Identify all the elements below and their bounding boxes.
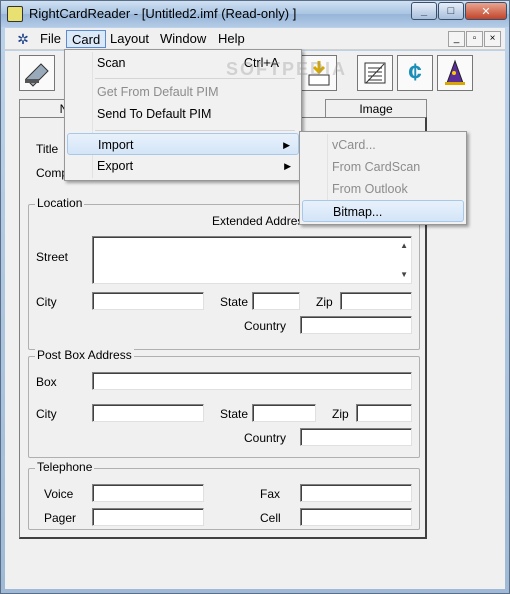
menu-import[interactable]: Import ▶ xyxy=(67,133,299,155)
voice-input[interactable] xyxy=(92,484,204,502)
menu-import-outlook[interactable]: From Outlook xyxy=(302,178,464,200)
pb-country-label: Country xyxy=(244,431,287,445)
mdi-restore-button[interactable]: ▫ xyxy=(466,31,483,47)
fax-label: Fax xyxy=(260,487,281,501)
menu-separator xyxy=(95,130,295,131)
pb-state-label: State xyxy=(220,407,249,421)
pb-zip-input[interactable] xyxy=(356,404,412,422)
menu-window[interactable]: Window xyxy=(155,30,211,48)
pb-state-input[interactable] xyxy=(252,404,316,422)
scan-label: Scan xyxy=(97,56,126,70)
menu-send-default-pim[interactable]: Send To Default PIM xyxy=(67,103,299,125)
menu-layout[interactable]: Layout xyxy=(105,30,154,48)
export-label: Export xyxy=(97,159,134,173)
tab-image[interactable]: Image xyxy=(325,99,427,119)
scroll-down-icon[interactable]: ▼ xyxy=(400,270,408,279)
city-label: City xyxy=(36,295,57,309)
country-input[interactable] xyxy=(300,316,412,334)
pager-input[interactable] xyxy=(92,508,204,526)
menu-card[interactable]: Card xyxy=(66,30,107,48)
menu-help[interactable]: Help xyxy=(213,30,250,48)
import-label: Import xyxy=(98,138,134,152)
state-label: State xyxy=(220,295,249,309)
import-submenu: vCard... From CardScan From Outlook Bitm… xyxy=(299,131,467,225)
submenu-arrow-icon: ▶ xyxy=(283,140,290,150)
state-input[interactable] xyxy=(252,292,300,310)
submenu-arrow-icon: ▶ xyxy=(284,161,291,171)
pb-country-input[interactable] xyxy=(300,428,412,446)
title-label: Title xyxy=(36,142,59,156)
menu-export[interactable]: Export ▶ xyxy=(67,155,299,177)
box-input[interactable] xyxy=(92,372,412,390)
country-label: Country xyxy=(244,319,287,333)
wizard-icon[interactable] xyxy=(437,55,473,91)
mdi-close-button[interactable]: × xyxy=(484,31,501,47)
maximize-button[interactable]: □ xyxy=(438,2,464,20)
menu-import-vcard[interactable]: vCard... xyxy=(302,134,464,156)
extended-address-label: Extended Address xyxy=(212,214,310,228)
city-input[interactable] xyxy=(92,292,204,310)
menu-bar: ✲ File Card Layout Window Help _ ▫ × xyxy=(5,28,505,50)
window-title: RightCardReader - [Untitled2.imf (Read-o… xyxy=(29,6,297,21)
location-legend: Location xyxy=(35,196,85,210)
cell-label: Cell xyxy=(260,511,281,525)
pb-city-input[interactable] xyxy=(92,404,204,422)
zip-input[interactable] xyxy=(340,292,412,310)
mdi-minimize-button[interactable]: _ xyxy=(448,31,465,47)
minimize-button[interactable]: _ xyxy=(411,2,437,20)
zip-label: Zip xyxy=(316,295,333,309)
pb-city-label: City xyxy=(36,407,57,421)
menu-import-cardscan[interactable]: From CardScan xyxy=(302,156,464,178)
scroll-up-icon[interactable]: ▲ xyxy=(400,241,408,250)
scanner-icon[interactable] xyxy=(19,55,55,91)
telephone-legend: Telephone xyxy=(35,460,95,474)
card-list-icon[interactable] xyxy=(357,55,393,91)
watermark: SOFTPEDIA xyxy=(226,59,348,79)
street-label: Street xyxy=(36,250,69,264)
app-icon xyxy=(7,6,23,22)
title-bar[interactable]: RightCardReader - [Untitled2.imf (Read-o… xyxy=(1,1,509,27)
fax-input[interactable] xyxy=(300,484,412,502)
close-button[interactable]: ✕ xyxy=(465,2,507,20)
voice-label: Voice xyxy=(44,487,74,501)
menu-import-bitmap[interactable]: Bitmap... xyxy=(302,200,464,222)
pager-label: Pager xyxy=(44,511,77,525)
cell-input[interactable] xyxy=(300,508,412,526)
currency-icon[interactable]: ¢ xyxy=(397,55,433,91)
menu-file[interactable]: File xyxy=(35,30,66,48)
document-icon[interactable]: ✲ xyxy=(15,31,31,47)
street-textarea[interactable]: ▲ ▼ xyxy=(92,236,412,284)
pb-zip-label: Zip xyxy=(332,407,349,421)
box-label: Box xyxy=(36,375,57,389)
app-window: RightCardReader - [Untitled2.imf (Read-o… xyxy=(0,0,510,594)
menu-get-default-pim[interactable]: Get From Default PIM xyxy=(67,81,299,103)
postbox-legend: Post Box Address xyxy=(35,348,134,362)
